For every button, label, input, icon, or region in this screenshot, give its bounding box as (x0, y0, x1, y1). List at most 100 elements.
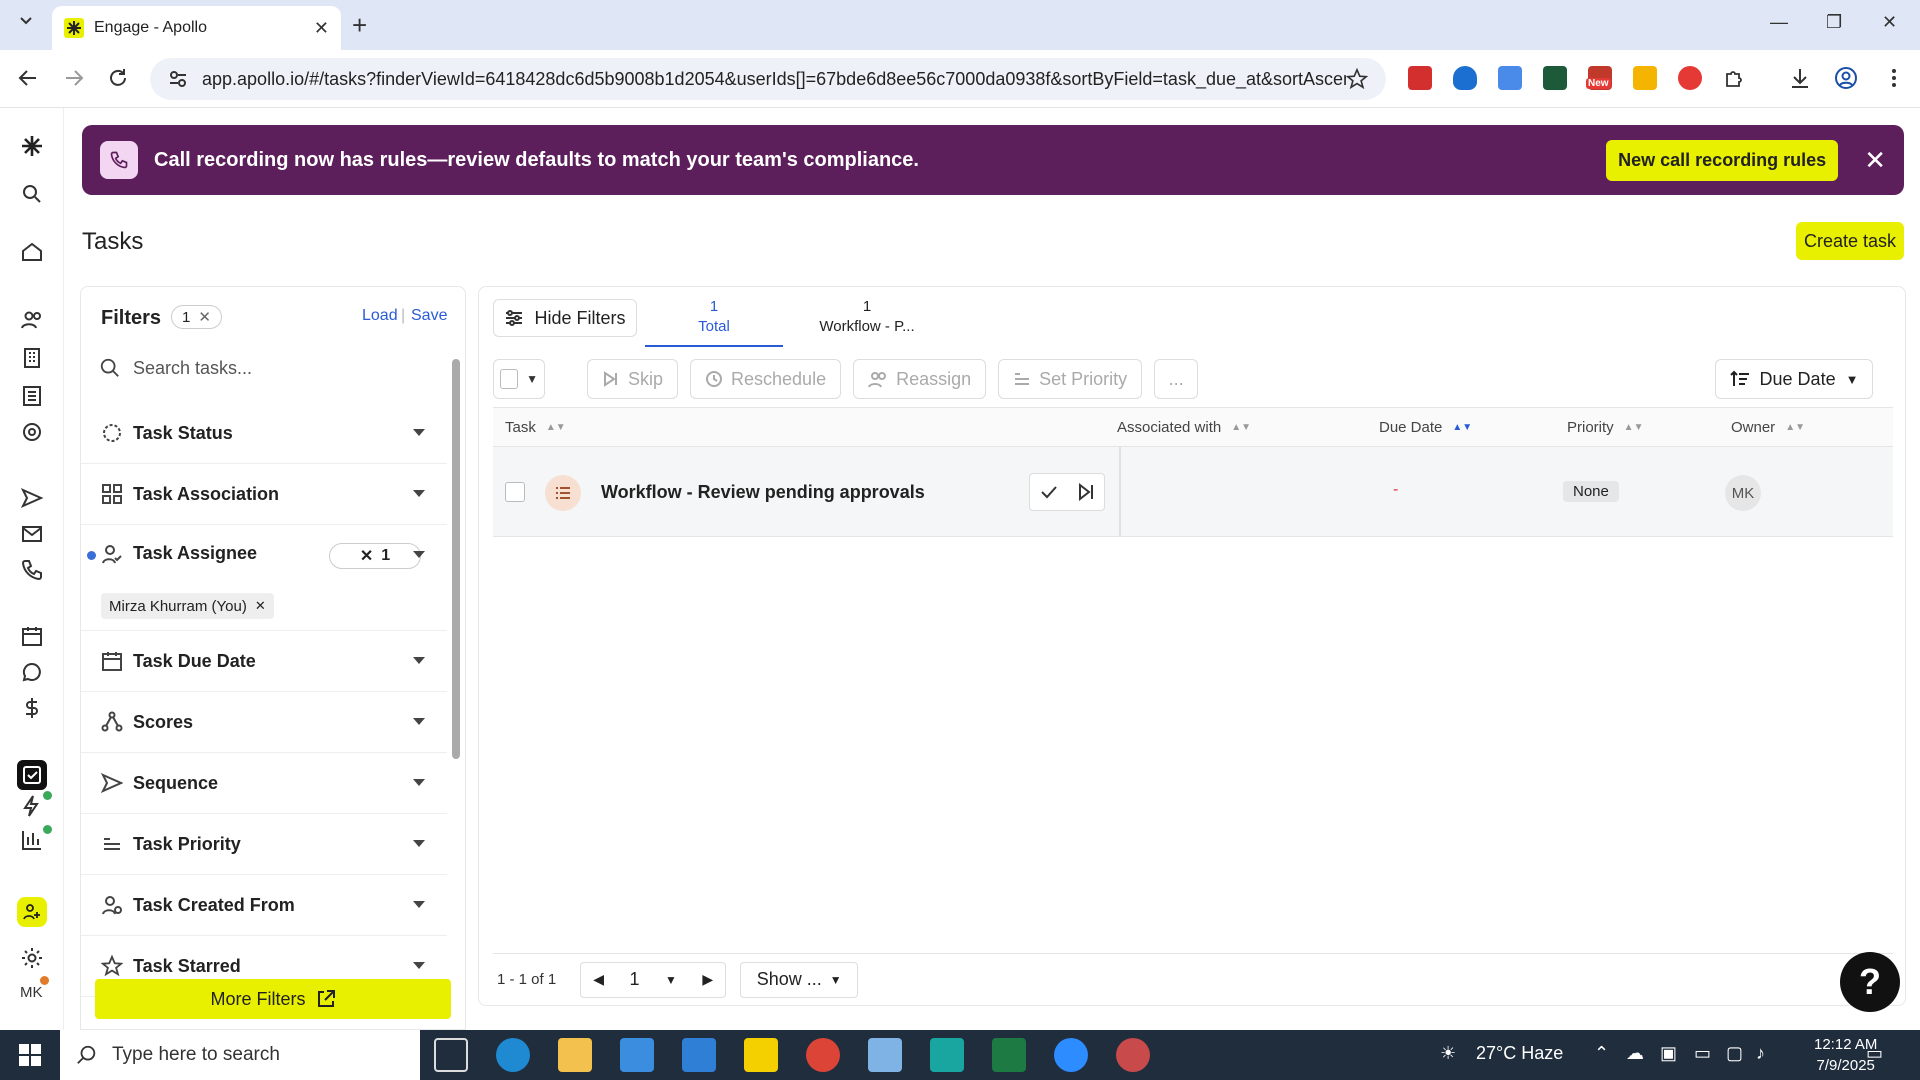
clear-filters-icon[interactable]: ✕ (198, 308, 211, 326)
skip-next-icon[interactable] (1067, 474, 1104, 510)
chrome-icon[interactable] (806, 1038, 840, 1072)
new-call-recording-rules-button[interactable]: New call recording rules (1606, 139, 1839, 181)
show-per-page-dropdown[interactable]: Show ... ▼ (740, 961, 859, 998)
sequences-send-icon[interactable] (20, 486, 44, 510)
companies-icon[interactable] (20, 346, 44, 370)
priority-badge[interactable]: None (1563, 481, 1619, 502)
pokeball-extension-icon[interactable] (1678, 66, 1702, 90)
site-info-icon[interactable] (168, 69, 188, 89)
star-extension-icon[interactable] (1633, 66, 1657, 90)
battery-icon[interactable]: ▭ (1694, 1043, 1711, 1064)
select-all-dropdown[interactable]: ▼ (493, 359, 545, 399)
enrichment-icon[interactable] (20, 420, 44, 444)
zoom-icon[interactable] (1054, 1038, 1088, 1072)
shield-extension-icon[interactable] (1453, 66, 1477, 90)
filters-count-badge[interactable]: 1 ✕ (171, 305, 222, 329)
wallet-extension-icon[interactable] (1543, 66, 1567, 90)
col-associated-with[interactable]: Associated with ▲▼ (1117, 419, 1251, 436)
people-icon[interactable] (20, 308, 44, 332)
deals-dollar-icon[interactable] (20, 696, 44, 720)
store-icon[interactable] (620, 1038, 654, 1072)
app-icon[interactable] (1116, 1038, 1150, 1072)
task-name[interactable]: Workflow - Review pending approvals (601, 482, 925, 503)
close-window-icon[interactable]: ✕ (1882, 12, 1897, 33)
assignee-count-badge[interactable]: ✕ 1 (329, 543, 421, 569)
weather-icon[interactable]: ☀ (1440, 1043, 1456, 1064)
bookmark-star-icon[interactable] (1346, 68, 1368, 90)
extensions-puzzle-icon[interactable] (1723, 66, 1747, 90)
volume-icon[interactable]: ♪ (1756, 1043, 1765, 1064)
skip-button[interactable]: Skip (587, 359, 679, 399)
lists-icon[interactable] (20, 384, 44, 408)
pdf-extension-icon[interactable] (1408, 66, 1432, 90)
docs-extension-icon[interactable] (1498, 66, 1522, 90)
browser-tab[interactable]: Engage - Apollo ✕ (52, 6, 341, 50)
notifications-icon[interactable]: ▭ (1866, 1043, 1883, 1064)
forward-icon[interactable] (62, 66, 86, 90)
download-icon[interactable] (1788, 66, 1812, 90)
page-selector[interactable]: ◀ 1 ▼ ▶ (580, 961, 727, 998)
filter-search-input[interactable]: Search tasks... (99, 357, 252, 379)
more-actions-button[interactable]: ... (1154, 359, 1199, 399)
onedrive-icon[interactable]: ☁ (1626, 1043, 1644, 1064)
taskbar-search-input[interactable]: Type here to search (60, 1030, 420, 1080)
more-filters-button[interactable]: More Filters (95, 979, 451, 1019)
table-row[interactable]: Workflow - Review pending approvals - No… (493, 447, 1893, 537)
reload-icon[interactable] (106, 66, 130, 90)
task-view-icon[interactable] (434, 1038, 468, 1072)
filter-task-association[interactable]: Task Association (81, 464, 447, 525)
restore-icon[interactable]: ❐ (1826, 12, 1842, 33)
create-task-button[interactable]: Create task (1796, 222, 1904, 260)
clear-assignee-icon[interactable]: ✕ (360, 546, 373, 566)
filter-sequence[interactable]: Sequence (81, 753, 447, 814)
row-checkbox[interactable] (505, 482, 525, 502)
new-tab-icon[interactable]: + (352, 10, 367, 41)
excel-icon[interactable] (992, 1038, 1026, 1072)
next-page-icon[interactable]: ▶ (702, 971, 713, 988)
workflows-lightning-icon[interactable] (20, 794, 44, 818)
analytics-chart-icon[interactable] (20, 828, 44, 852)
load-link[interactable]: Load (362, 307, 398, 325)
filter-task-priority[interactable]: Task Priority (81, 814, 447, 875)
weather-text[interactable]: 27°C Haze (1476, 1043, 1563, 1064)
sort-due-date-dropdown[interactable]: Due Date ▼ (1715, 359, 1873, 399)
remove-chip-icon[interactable]: ✕ (255, 598, 266, 614)
mail-icon[interactable] (682, 1038, 716, 1072)
browser-menu-icon[interactable] (1882, 66, 1906, 90)
assignee-chip[interactable]: Mirza Khurram (You) ✕ (101, 593, 274, 619)
prev-page-icon[interactable]: ◀ (593, 971, 604, 988)
filter-task-created-from[interactable]: Task Created From (81, 875, 447, 936)
col-priority[interactable]: Priority ▲▼ (1567, 419, 1643, 436)
search-icon[interactable] (20, 182, 44, 206)
edge-icon[interactable] (496, 1038, 530, 1072)
close-tab-icon[interactable]: ✕ (314, 18, 329, 39)
col-owner[interactable]: Owner ▲▼ (1731, 419, 1805, 436)
back-icon[interactable] (16, 66, 40, 90)
filter-task-status[interactable]: Task Status (81, 403, 447, 464)
tab-total[interactable]: 1 Total (645, 297, 783, 347)
windows-start-icon[interactable] (0, 1030, 60, 1080)
col-task[interactable]: Task ▲▼ (505, 419, 566, 436)
tab-workflow[interactable]: 1 Workflow - P... (797, 297, 937, 337)
email-icon[interactable] (20, 522, 44, 546)
minimize-icon[interactable]: — (1770, 12, 1788, 33)
meetings-calendar-icon[interactable] (20, 624, 44, 648)
display-icon[interactable]: ▢ (1726, 1043, 1743, 1064)
reschedule-button[interactable]: Reschedule (690, 359, 842, 399)
network-icon[interactable]: ▣ (1660, 1043, 1677, 1064)
filter-scores[interactable]: Scores (81, 692, 447, 753)
home-icon[interactable] (20, 240, 44, 264)
conversations-icon[interactable] (20, 660, 44, 684)
select-all-checkbox[interactable] (500, 369, 519, 389)
invite-user-icon[interactable] (17, 897, 47, 927)
file-explorer-icon[interactable] (558, 1038, 592, 1072)
sticky-notes-icon[interactable] (744, 1038, 778, 1072)
new-extension-icon[interactable]: New (1586, 66, 1612, 90)
hide-filters-button[interactable]: Hide Filters (493, 299, 637, 337)
filters-scrollbar[interactable] (452, 359, 460, 759)
filter-task-due-date[interactable]: Task Due Date (81, 631, 447, 692)
reassign-button[interactable]: Reassign (853, 359, 987, 399)
settings-gear-icon[interactable] (20, 946, 44, 970)
tray-chevron-icon[interactable]: ⌃ (1594, 1043, 1609, 1064)
set-priority-button[interactable]: Set Priority (998, 359, 1143, 399)
